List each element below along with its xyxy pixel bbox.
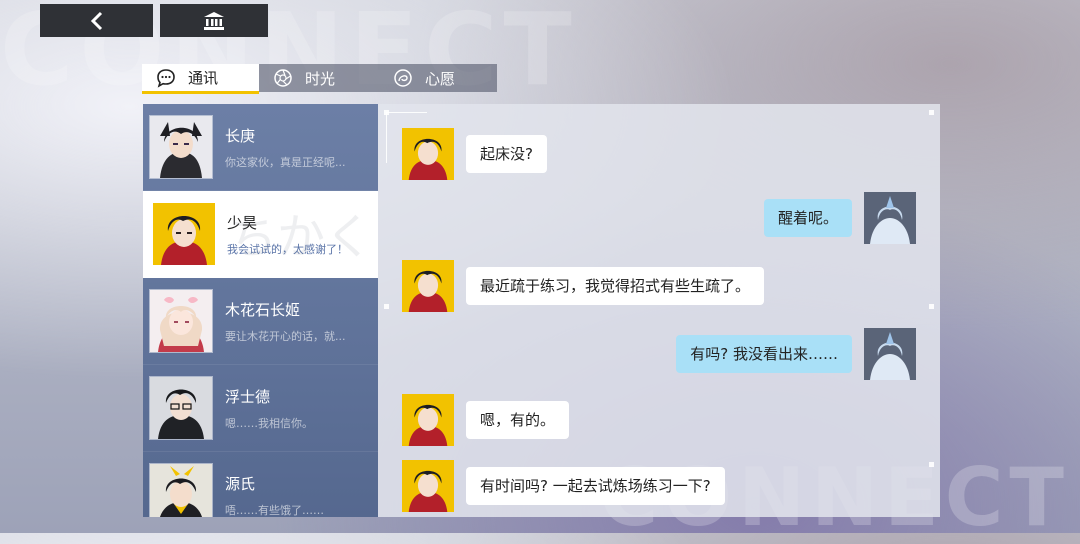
contact-preview: 唔……有些饿了…… (225, 503, 324, 517)
avatar (149, 289, 213, 353)
avatar (153, 203, 215, 265)
tab-moments[interactable]: 时光 (259, 64, 379, 92)
tab-wishes[interactable]: 心愿 (379, 64, 497, 92)
tab-bar: 通讯 时光 心愿 (142, 64, 497, 94)
message-bubble: 有时间吗? 一起去试炼场练习一下? (466, 467, 725, 505)
chat-bubble-icon (156, 68, 176, 88)
corner-mark (929, 110, 934, 115)
avatar-self (864, 192, 916, 244)
tab-label: 通讯 (188, 69, 219, 87)
avatar (149, 376, 213, 440)
avatar (149, 115, 213, 179)
aperture-icon (273, 68, 293, 88)
message-bubble: 醒着呢。 (763, 199, 852, 237)
avatar-shaohao (402, 128, 454, 180)
message-received: 最近疏于练习，我觉得招式有些生疏了。 (402, 260, 765, 312)
message-bubble: 起床没? (466, 135, 547, 173)
avatar (149, 463, 213, 517)
avatar-self (864, 328, 916, 380)
contact-name: 浮士德 (225, 387, 271, 406)
message-sent: 醒着呢。 (763, 192, 916, 244)
wish-spiral-icon (393, 68, 413, 88)
home-button[interactable] (160, 4, 268, 37)
corner-mark (929, 304, 934, 309)
message-bubble: 嗯，有的。 (466, 401, 570, 439)
message-bubble: 最近疏于练习，我觉得招式有些生疏了。 (466, 267, 765, 305)
contact-item-genji[interactable]: 源氏 唔……有些饿了…… (143, 452, 378, 517)
contact-name: 木花石长姬 (225, 300, 301, 319)
museum-icon (204, 11, 224, 30)
corner-mark (929, 462, 934, 467)
decorative-kana: ちかく (228, 209, 373, 265)
avatar-shaohao (402, 260, 454, 312)
message-sent: 有吗? 我没看出来…… (676, 328, 916, 380)
contact-name: 源氏 (225, 474, 256, 493)
contact-preview: 要让木花开心的话，就... (225, 329, 346, 343)
contact-item-shaohao[interactable]: ちかく 少昊 我会试试的，太感谢了！ (143, 191, 378, 278)
contact-item-changgeng[interactable]: 长庚 你这家伙，真是正经呢... (143, 104, 378, 191)
contact-item-konohana[interactable]: 木花石长姬 要让木花开心的话，就... (143, 278, 378, 365)
avatar-shaohao (402, 394, 454, 446)
chevron-left-icon (90, 11, 102, 30)
contact-list: 长庚 你这家伙，真是正经呢... ちかく 少昊 我会试试的，太感谢了！ 木花石长… (143, 104, 378, 517)
back-button[interactable] (40, 4, 153, 37)
message-received: 有时间吗? 一起去试炼场练习一下? (402, 460, 725, 512)
contact-name: 长庚 (225, 126, 256, 145)
avatar-shaohao (402, 460, 454, 512)
tab-label: 心愿 (425, 69, 456, 88)
contact-preview: 嗯……我相信你。 (225, 416, 313, 430)
tab-label: 时光 (305, 69, 336, 88)
chat-panel[interactable]: 起床没? 醒着呢。 最近疏于练习，我觉得招式有些生疏了。 有吗? 我没看出来…… (378, 104, 940, 517)
message-bubble: 有吗? 我没看出来…… (676, 335, 852, 373)
tab-messages[interactable]: 通讯 (142, 64, 259, 94)
contact-preview: 你这家伙，真是正经呢... (225, 155, 346, 169)
corner-mark (384, 110, 389, 115)
message-received: 嗯，有的。 (402, 394, 570, 446)
message-received: 起床没? (402, 128, 547, 180)
contact-item-faust[interactable]: 浮士德 嗯……我相信你。 (143, 365, 378, 452)
corner-mark (384, 304, 389, 309)
